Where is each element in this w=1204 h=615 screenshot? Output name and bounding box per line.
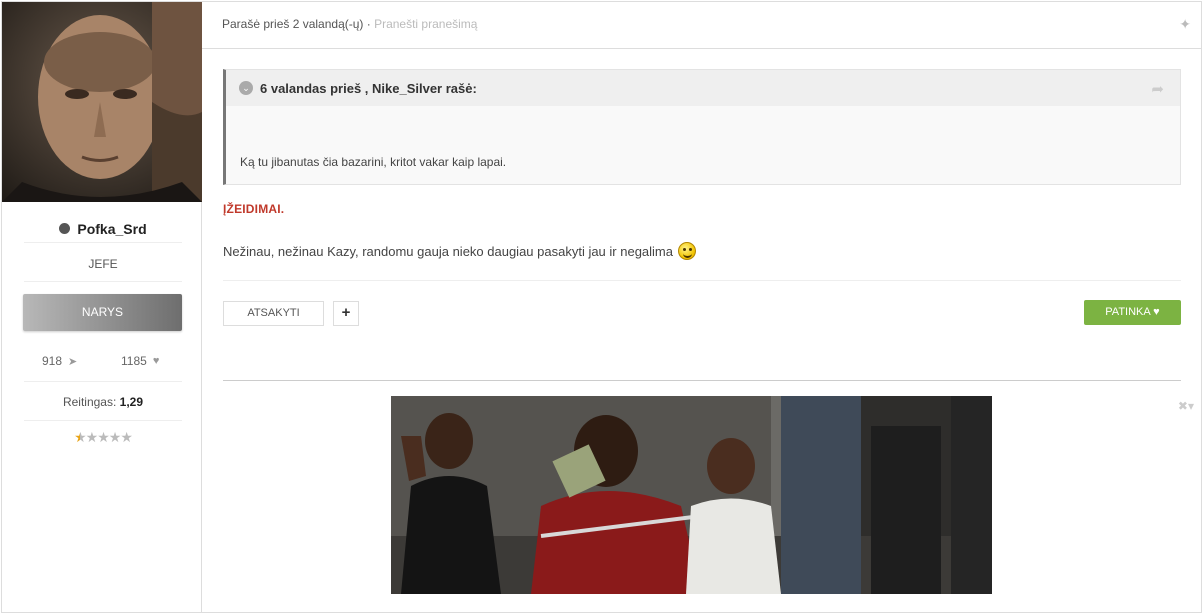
signature-image	[391, 396, 992, 594]
paper-plane-icon: ➤	[68, 355, 78, 368]
author-sidebar: Pofka_Srd JEFE NARYS 918 ➤ 1185 ♥ Reitin…	[2, 2, 202, 612]
post-count-value: 918	[42, 354, 63, 368]
quote-header: ⌄ 6 valandas prieš , Nike_Silver rašė: ➦	[226, 70, 1180, 106]
rating-label: Reitingas:	[62, 395, 117, 409]
post-meta: Parašė prieš 2 valandą(-ų) · Pranešti pr…	[222, 17, 477, 31]
multiquote-plus-icon[interactable]: +	[333, 301, 359, 326]
like-label: PATINKA	[1105, 306, 1151, 318]
star-rating: ★★★★★	[24, 429, 182, 446]
signature-photo	[391, 396, 992, 594]
username[interactable]: Pofka_Srd	[77, 221, 146, 237]
divider	[223, 280, 1181, 281]
post-heading: ĮŽEIDIMAI.	[223, 202, 285, 216]
reputation: Reitingas: 1,29	[24, 383, 182, 421]
heart-icon: ♥	[152, 355, 160, 367]
star-empty-icon: ★	[85, 429, 99, 445]
post-body-text: Nežinau, nežinau Kazy, randomu gauja nie…	[223, 243, 673, 259]
avatar-image	[2, 2, 202, 202]
report-link[interactable]: Pranešti pranešimą	[374, 17, 477, 31]
avatar[interactable]	[2, 2, 202, 202]
star-half-icon: ★	[74, 429, 87, 445]
username-row: Pofka_Srd	[24, 215, 182, 243]
group-badge: NARYS	[23, 294, 182, 331]
author-stats: 918 ➤ 1185 ♥	[24, 344, 182, 382]
post-count: 918 ➤	[42, 354, 77, 368]
post-content: Parašė prieš 2 valandą(-ų) · Pranešti pr…	[202, 2, 1201, 612]
like-button[interactable]: PATINKA ♥	[1084, 300, 1181, 325]
post-container: Pofka_Srd JEFE NARYS 918 ➤ 1185 ♥ Reitin…	[1, 1, 1202, 613]
quote-citation: 6 valandas prieš , Nike_Silver rašė:	[260, 81, 477, 96]
star-empty-icon: ★	[108, 429, 122, 445]
post-body: Nežinau, nežinau Kazy, randomu gauja nie…	[223, 242, 696, 260]
smiley-icon	[678, 242, 696, 260]
signature-options-icon[interactable]: ✖▾	[1178, 399, 1194, 413]
offline-status-icon	[59, 223, 71, 234]
star-empty-icon: ★	[97, 429, 110, 445]
quote-text: Ką tu jibanutas čia bazarini, kritot vak…	[240, 155, 507, 169]
rank-title: JEFE	[24, 246, 182, 282]
heart-icon: ♥	[1153, 306, 1160, 318]
post-date[interactable]: Parašė prieš 2 valandą(-ų) ·	[222, 17, 371, 31]
like-count-value: 1185	[121, 354, 147, 368]
rating-value: 1,29	[119, 395, 144, 409]
go-to-quote-icon[interactable]: ➦	[1151, 80, 1164, 98]
quote-block: ⌄ 6 valandas prieš , Nike_Silver rašė: ➦…	[223, 69, 1181, 185]
like-count: 1185 ♥	[121, 354, 159, 368]
share-icon[interactable]: ✦	[1179, 16, 1191, 33]
star-empty-icon: ★	[120, 429, 133, 445]
post-header: Parašė prieš 2 valandą(-ų) · Pranešti pr…	[202, 2, 1201, 49]
reply-button[interactable]: ATSAKYTI	[223, 301, 324, 326]
chevron-down-icon[interactable]: ⌄	[239, 81, 253, 95]
signature-divider	[223, 380, 1181, 381]
